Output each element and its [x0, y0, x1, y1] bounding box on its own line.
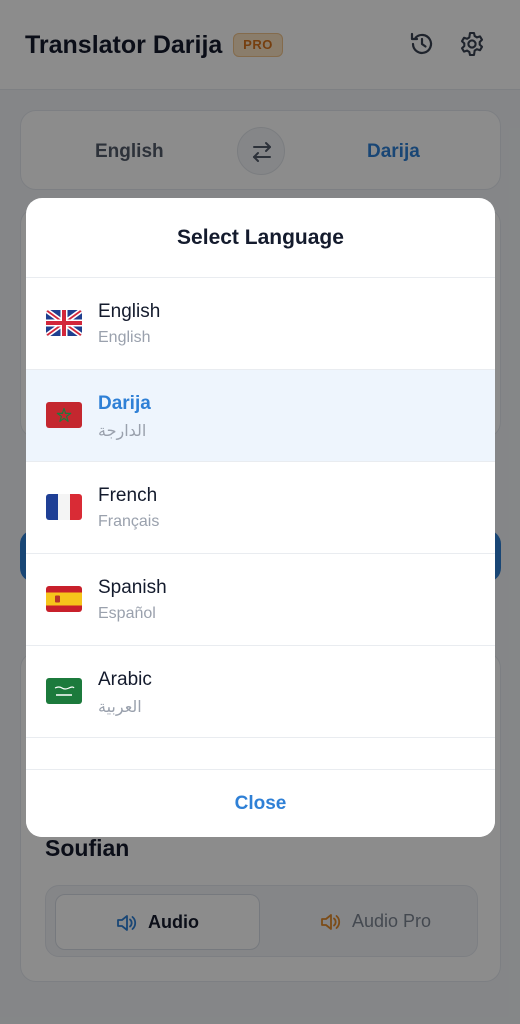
- language-list[interactable]: English English Darija الدارجة French Fr…: [26, 278, 495, 769]
- language-name: Arabic: [98, 669, 152, 690]
- spain-flag-icon: [46, 586, 82, 612]
- language-item-partial[interactable]: [26, 738, 495, 769]
- language-item-arabic[interactable]: Arabic العربية: [26, 646, 495, 738]
- uk-flag-icon: [46, 310, 82, 336]
- language-native-name: Français: [98, 513, 160, 530]
- modal-footer: Close: [26, 769, 495, 837]
- language-name: English: [98, 301, 161, 322]
- language-native-name: العربية: [98, 699, 142, 716]
- language-name: Spanish: [98, 577, 167, 598]
- language-item-english[interactable]: English English: [26, 278, 495, 370]
- language-name: French: [98, 485, 158, 506]
- language-item-spanish[interactable]: Spanish Español: [26, 554, 495, 646]
- language-item-darija[interactable]: Darija الدارجة: [26, 370, 495, 462]
- morocco-flag-icon: [46, 402, 82, 428]
- saudi-flag-icon: [46, 678, 82, 704]
- france-flag-icon: [46, 494, 82, 520]
- modal-title: Select Language: [26, 198, 495, 278]
- close-button[interactable]: Close: [26, 770, 495, 837]
- language-native-name: Español: [98, 605, 156, 622]
- language-native-name: English: [98, 329, 151, 346]
- language-name: Darija: [98, 393, 151, 414]
- language-native-name: الدارجة: [98, 423, 147, 440]
- language-modal: Select Language English English Darija ا…: [26, 198, 495, 837]
- language-item-french[interactable]: French Français: [26, 462, 495, 554]
